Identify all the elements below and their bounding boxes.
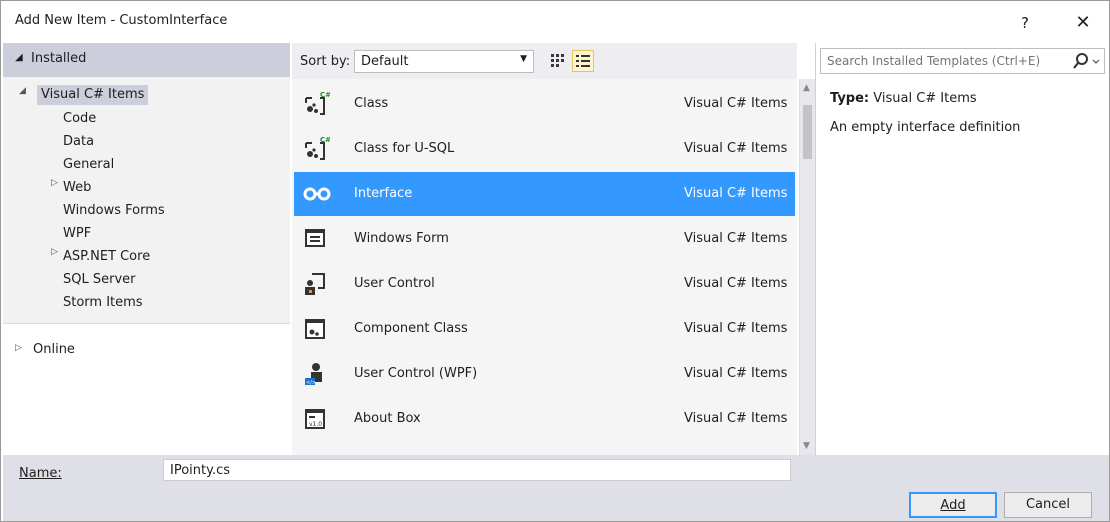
- tree-node-visual-csharp-items[interactable]: Visual C# Items: [37, 85, 149, 105]
- name-label: Name:: [19, 466, 62, 481]
- template-row-user-control-wpf[interactable]: </> User Control (WPF) Visual C# Items: [294, 352, 795, 396]
- template-row-interface[interactable]: Interface Visual C# Items: [294, 172, 795, 216]
- template-list: C# Class Visual C# Items C# Class for U-…: [292, 79, 797, 455]
- tree-node-wpf[interactable]: WPF: [63, 224, 91, 244]
- template-category: Visual C# Items: [684, 141, 788, 156]
- template-category: Visual C# Items: [684, 411, 788, 426]
- type-label: Type:: [830, 91, 870, 106]
- expanded-arrow-icon: ◢: [19, 86, 26, 96]
- close-button[interactable]: ✕: [1068, 9, 1098, 37]
- svg-text:v1.0: v1.0: [309, 421, 322, 428]
- tree-node-data[interactable]: Data: [63, 132, 94, 152]
- scroll-down-icon[interactable]: ▼: [803, 441, 810, 451]
- tree-node-web[interactable]: Web: [63, 178, 91, 198]
- class-icon: C#: [302, 90, 331, 116]
- tree-section-online: ▷ Online: [3, 323, 290, 455]
- user-control-wpf-icon: </>: [302, 360, 328, 386]
- template-name: User Control: [354, 276, 435, 291]
- template-name: Class: [354, 96, 389, 111]
- component-class-icon: [302, 315, 328, 341]
- template-name: Interface: [354, 186, 413, 201]
- tree-header-label: Installed: [31, 51, 87, 66]
- windows-form-icon: [302, 225, 328, 251]
- template-list-scrollbar[interactable]: ▲ ▼: [799, 79, 815, 455]
- cancel-button[interactable]: Cancel: [1004, 492, 1092, 518]
- medium-icons-view-icon[interactable]: [546, 50, 568, 72]
- tree-node-online[interactable]: Online: [33, 340, 75, 360]
- template-name: Windows Form: [354, 231, 449, 246]
- tree-node-windows-forms[interactable]: Windows Forms: [63, 201, 165, 221]
- user-control-icon: [302, 270, 328, 296]
- small-icons-view-icon[interactable]: [572, 50, 594, 72]
- template-category: Visual C# Items: [684, 96, 788, 111]
- template-tree-panel: ◢ Installed ◢ Visual C# Items Code Data …: [3, 43, 290, 455]
- scrollbar-thumb[interactable]: [803, 105, 812, 159]
- add-button[interactable]: Add: [909, 492, 997, 518]
- tree-node-general[interactable]: General: [63, 155, 114, 175]
- expanded-arrow-icon: ◢: [15, 52, 23, 63]
- name-field[interactable]: [163, 459, 791, 481]
- tree-node-sql-server[interactable]: SQL Server: [63, 270, 136, 290]
- collapsed-arrow-icon[interactable]: ▷: [51, 247, 58, 257]
- type-info: Type: Visual C# Items: [830, 91, 977, 106]
- template-name: Class for U-SQL: [354, 141, 455, 156]
- title-bar: Add New Item - CustomInterface ? ✕: [1, 1, 1109, 43]
- template-category: Visual C# Items: [684, 231, 788, 246]
- collapsed-arrow-icon[interactable]: ▷: [51, 178, 58, 188]
- add-button-label: Add: [940, 498, 966, 513]
- svg-text:C#: C#: [320, 136, 330, 144]
- sort-by-label: Sort by:: [300, 54, 351, 69]
- svg-text:C#: C#: [320, 91, 330, 99]
- type-value: Visual C# Items: [873, 91, 977, 106]
- scroll-up-icon[interactable]: ▲: [803, 83, 810, 93]
- add-new-item-dialog: Add New Item - CustomInterface ? ✕ ◢ Ins…: [0, 0, 1110, 522]
- template-name: User Control (WPF): [354, 366, 478, 381]
- tree-node-installed[interactable]: ◢ Installed: [3, 43, 290, 77]
- template-row-component-class[interactable]: Component Class Visual C# Items: [294, 307, 795, 351]
- sort-by-value: Default: [361, 54, 409, 69]
- template-category: Visual C# Items: [684, 321, 788, 336]
- window-title: Add New Item - CustomInterface: [15, 13, 228, 28]
- template-row-windows-form[interactable]: Windows Form Visual C# Items: [294, 217, 795, 261]
- tree-node-storm-items[interactable]: Storm Items: [63, 293, 143, 313]
- template-row-class[interactable]: C# Class Visual C# Items: [294, 82, 795, 126]
- bottom-bar: Name: Add Cancel: [3, 455, 1109, 521]
- template-category: Visual C# Items: [684, 276, 788, 291]
- search-icon[interactable]: [1069, 51, 1103, 71]
- sort-by-dropdown[interactable]: Default ▼: [354, 50, 534, 73]
- about-box-icon: v1.0: [302, 405, 328, 431]
- template-category: Visual C# Items: [684, 366, 788, 381]
- class-icon: C#: [302, 135, 331, 161]
- details-panel: Type: Visual C# Items An empty interface…: [815, 43, 1109, 455]
- tree-node-code[interactable]: Code: [63, 109, 96, 129]
- chevron-down-icon: ▼: [520, 54, 527, 64]
- search-box[interactable]: [820, 48, 1105, 74]
- template-category: Visual C# Items: [684, 186, 788, 201]
- template-row-user-control[interactable]: User Control Visual C# Items: [294, 262, 795, 306]
- tree-body: ◢ Visual C# Items Code Data General ▷ We…: [3, 77, 290, 323]
- collapsed-arrow-icon[interactable]: ▷: [15, 343, 22, 353]
- template-row-about-box[interactable]: v1.0 About Box Visual C# Items: [294, 397, 795, 441]
- help-button[interactable]: ?: [1010, 9, 1040, 37]
- search-input[interactable]: [821, 49, 1061, 73]
- template-row-class-usql[interactable]: C# Class for U-SQL Visual C# Items: [294, 127, 795, 171]
- tree-node-aspnet-core[interactable]: ASP.NET Core: [63, 247, 150, 267]
- svg-text:</>: </>: [306, 380, 316, 386]
- template-name: Component Class: [354, 321, 468, 336]
- template-toolbar: Sort by: Default ▼: [292, 43, 797, 79]
- interface-icon: [302, 180, 331, 206]
- template-name: About Box: [354, 411, 421, 426]
- template-description: An empty interface definition: [830, 120, 1021, 135]
